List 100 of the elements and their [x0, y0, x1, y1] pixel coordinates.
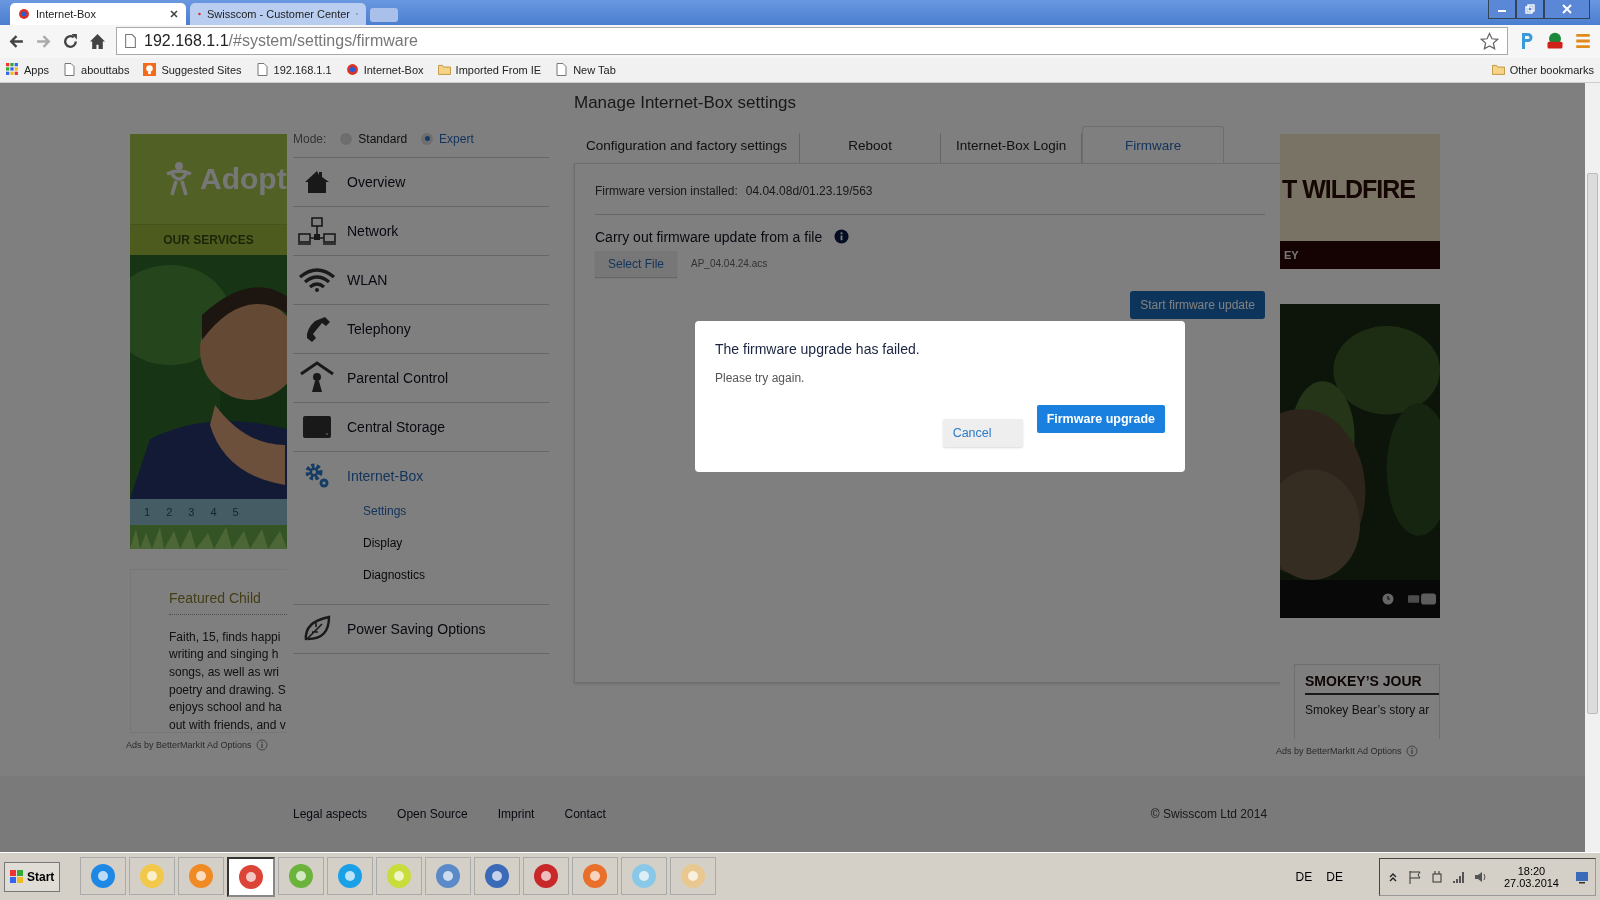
home-icon[interactable] [89, 32, 106, 50]
flag-icon[interactable] [1407, 869, 1422, 884]
clock-icon[interactable] [1382, 592, 1394, 605]
app-icon [630, 861, 659, 890]
start-update-button[interactable]: Start firmware update [1130, 290, 1265, 319]
mode-radio[interactable]: Standard [340, 131, 408, 146]
plug-icon[interactable] [1429, 869, 1444, 884]
ad-card-title: Featured Child [169, 589, 287, 615]
bookmark[interactable]: Other bookmarks [1491, 63, 1594, 77]
nav-item[interactable]: Network [293, 206, 549, 255]
app-icon [385, 861, 414, 890]
ad-headline: T WILDFIRE [1280, 133, 1440, 241]
app-icon [483, 861, 512, 890]
app-icon [89, 861, 118, 890]
taskbar-app[interactable] [227, 856, 276, 897]
nav-item[interactable]: Power Saving Options [293, 604, 549, 653]
nav-item[interactable]: Telephony [293, 304, 549, 353]
speaker-icon[interactable] [1473, 869, 1488, 884]
version-label: Firmware version installed: [595, 183, 738, 198]
settings-icon [303, 461, 331, 490]
reload-icon[interactable] [62, 32, 79, 50]
mode-label: Mode: [293, 131, 327, 146]
app-icon [138, 861, 167, 890]
nav-subitem[interactable]: Diagnostics [363, 563, 549, 596]
nav-item[interactable]: WLAN [293, 255, 549, 304]
language-indicator[interactable]: DE [1326, 869, 1343, 884]
footer-link[interactable]: Open Source [397, 807, 468, 822]
page-icon [63, 63, 77, 77]
browser-tab[interactable]: Swisscom - Customer Center [190, 2, 366, 25]
page-heading: Manage Internet-Box settings [574, 92, 798, 113]
signal-icon[interactable] [1451, 869, 1466, 884]
page-icon [555, 63, 569, 77]
version-value: 04.04.08d/01.23.19/563 [745, 183, 873, 198]
bookmark[interactable]: Internet-Box [345, 63, 424, 77]
extension-icon[interactable] [1546, 31, 1564, 52]
network-icon [298, 216, 336, 245]
language-indicator[interactable]: DE [1295, 869, 1313, 884]
restore-icon [1525, 4, 1535, 14]
copyright-text: © Swisscom Ltd 2014 [1150, 807, 1268, 822]
page-icon [255, 63, 269, 77]
cancel-button[interactable]: Cancel [942, 418, 1023, 447]
mode-radio[interactable]: Expert [421, 131, 474, 146]
file-name: AP_04.04.24.acs [691, 258, 768, 270]
footer-link[interactable]: Contact [564, 807, 606, 822]
nav-item[interactable]: Parental Control [293, 353, 549, 402]
ad-card-text: Faith, 15, finds happi writing and singing h songs, as well as wri poetry and drawing. S enjoys school and ha out with friends, and v [169, 628, 287, 732]
bookmark[interactable]: Imported From IE [437, 63, 542, 77]
restore-button[interactable] [1516, 0, 1544, 19]
bookmark[interactable]: abouttabs [63, 63, 130, 77]
nav-item[interactable]: Central Storage [293, 402, 549, 451]
ad-logo-text: Adopt [200, 161, 287, 196]
settings-tab[interactable]: Configuration and factory settings [574, 132, 801, 163]
upgrade-button[interactable]: Firmware upgrade [1036, 404, 1165, 433]
house-icon [304, 168, 330, 195]
folder-icon [1491, 63, 1505, 77]
app-icon [679, 861, 708, 890]
scrollbar[interactable] [1585, 82, 1600, 853]
app-icon [187, 861, 216, 890]
ad-menu-link[interactable]: EY [1280, 240, 1440, 269]
show-desktop-icon[interactable] [1575, 869, 1589, 884]
bookmark[interactable]: Apps [6, 63, 50, 77]
ad-card-title: SMOKEY’S JOUR [1305, 672, 1439, 695]
footer-link[interactable]: Imprint [497, 807, 535, 822]
select-file-button[interactable]: Select File [595, 250, 678, 277]
clock-date[interactable]: 27.03.2014 [1503, 876, 1559, 889]
dialog-message: Please try again. [715, 370, 806, 385]
settings-tab[interactable]: Firmware [1082, 125, 1225, 163]
clock-time[interactable]: 18:20 [1517, 864, 1546, 877]
nav-subitem[interactable]: Display [363, 531, 549, 564]
person-logo-icon [164, 160, 194, 197]
bookmark[interactable]: 192.168.1.1 [255, 63, 332, 77]
ad-banner[interactable]: T WILDFIRE EY SMOKEY’S JOUR Smokey Bear’s story ar [1280, 133, 1440, 739]
apps-grid-icon [6, 63, 19, 77]
ads-label[interactable]: Ads by BetterMarkIt Ad Options [1276, 745, 1402, 756]
section-title: Carry out firmware update from a file [595, 228, 823, 245]
app-icon [287, 861, 316, 890]
windows-logo-icon [10, 869, 24, 884]
app-icon [336, 861, 365, 890]
app-icon [581, 861, 610, 890]
ads-label[interactable]: Ads by BetterMarkIt Ad Options [126, 739, 252, 750]
video-logo-icon[interactable] [1408, 591, 1436, 606]
app-icon [532, 861, 561, 890]
start-button[interactable]: Start [4, 861, 61, 892]
wifi-icon [298, 267, 336, 292]
page-icon [125, 34, 136, 49]
close-button[interactable] [1544, 0, 1590, 19]
address-bar[interactable]: 192.168.1.1/#system/settings/firmware [116, 27, 1508, 56]
nav-item[interactable]: Internet-Box [293, 451, 549, 500]
info-icon[interactable] [834, 229, 850, 245]
bookmark[interactable]: Suggested Sites [143, 63, 242, 77]
browser-tab[interactable]: Internet-Box [10, 2, 186, 25]
nav-item[interactable]: Overview [293, 157, 549, 206]
settings-tab[interactable]: Reboot [800, 132, 942, 163]
nav-subitem[interactable]: Settings [363, 499, 549, 532]
minimize-button[interactable] [1488, 0, 1516, 19]
app-icon [237, 862, 266, 891]
star-icon[interactable] [1480, 31, 1499, 51]
bookmark[interactable]: New Tab [555, 63, 616, 77]
dialog-title: The firmware upgrade has failed. [715, 340, 921, 357]
footer-link[interactable]: Legal aspects [293, 807, 368, 822]
